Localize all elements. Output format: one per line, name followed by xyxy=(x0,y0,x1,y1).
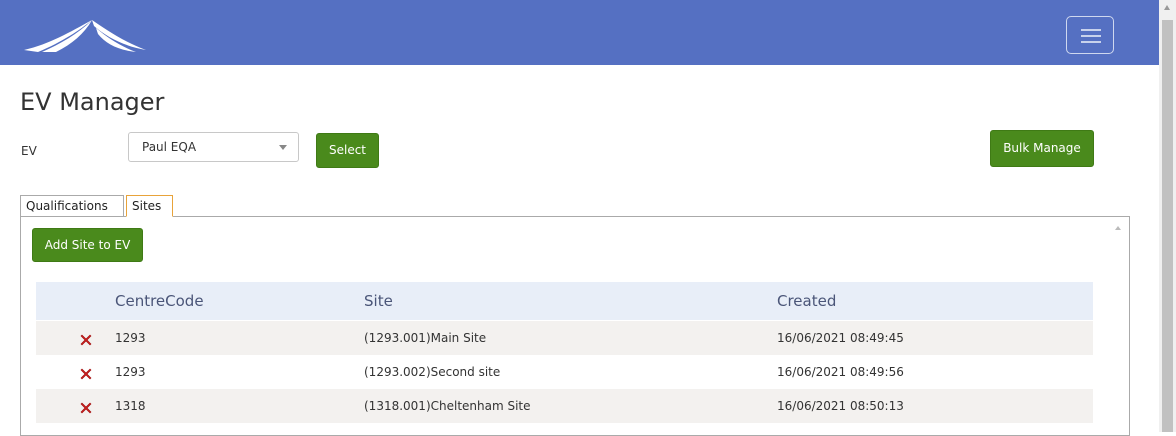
column-header-created[interactable]: Created xyxy=(777,292,836,310)
bulk-manage-button[interactable]: Bulk Manage xyxy=(990,130,1094,167)
dropdown-caret-icon xyxy=(279,145,287,150)
table-row: 1318 (1318.001)Cheltenham Site 16/06/202… xyxy=(36,389,1093,423)
scrollbar-thumb[interactable] xyxy=(1162,20,1173,432)
mountain-logo-icon[interactable] xyxy=(20,14,150,58)
add-site-button[interactable]: Add Site to EV xyxy=(32,228,143,262)
column-header-centrecode[interactable]: CentreCode xyxy=(115,292,204,310)
top-navbar xyxy=(0,0,1159,65)
cell-created: 16/06/2021 08:50:13 xyxy=(777,399,904,413)
hamburger-line xyxy=(1081,29,1101,31)
cell-site: (1293.001)Main Site xyxy=(364,331,487,345)
tab-qualifications[interactable]: Qualifications xyxy=(20,195,124,217)
panel-scrollbar[interactable] xyxy=(1109,220,1129,432)
hamburger-menu-icon[interactable] xyxy=(1066,16,1114,54)
tab-sites[interactable]: Sites xyxy=(126,195,173,217)
scroll-up-icon[interactable] xyxy=(1115,226,1121,230)
hamburger-line xyxy=(1081,41,1101,43)
ev-select[interactable]: Paul EQA xyxy=(128,132,299,162)
table-row: 1293 (1293.001)Main Site 16/06/2021 08:4… xyxy=(36,321,1093,355)
page-title: EV Manager xyxy=(20,88,165,116)
hamburger-line xyxy=(1081,35,1101,37)
cell-created: 16/06/2021 08:49:56 xyxy=(777,365,904,379)
cell-created: 16/06/2021 08:49:45 xyxy=(777,331,904,345)
cell-centre-code: 1293 xyxy=(115,331,146,345)
ev-select-value: Paul EQA xyxy=(142,140,197,154)
cell-site: (1318.001)Cheltenham Site xyxy=(364,399,531,413)
cell-centre-code: 1293 xyxy=(115,365,146,379)
page-scrollbar[interactable] xyxy=(1159,0,1176,432)
delete-x-icon[interactable] xyxy=(80,365,92,384)
delete-x-icon[interactable] xyxy=(80,399,92,418)
cell-centre-code: 1318 xyxy=(115,399,146,413)
delete-x-icon[interactable] xyxy=(80,331,92,350)
ev-label: EV xyxy=(21,144,37,158)
column-header-site[interactable]: Site xyxy=(364,292,393,310)
scroll-up-icon[interactable] xyxy=(1164,5,1170,10)
table-header: CentreCode Site Created xyxy=(36,282,1093,320)
table-row: 1293 (1293.002)Second site 16/06/2021 08… xyxy=(36,355,1093,389)
select-button[interactable]: Select xyxy=(316,133,379,168)
cell-site: (1293.002)Second site xyxy=(364,365,501,379)
